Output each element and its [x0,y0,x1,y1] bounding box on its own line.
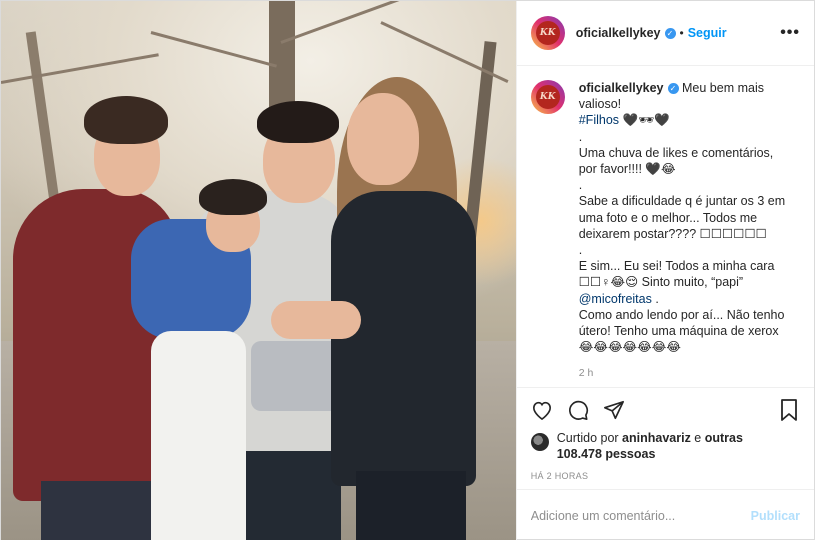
more-horizontal-icon[interactable]: ••• [780,24,800,42]
bookmark-icon[interactable] [778,398,800,421]
author-avatar[interactable]: KK [531,16,565,50]
caption-line: . [578,129,583,144]
liker-username[interactable]: aninhavariz [622,431,691,445]
posted-time[interactable]: HÁ 2 HORAS [517,469,814,489]
caption-username[interactable]: oficialkellykey [579,81,664,95]
mention-link[interactable]: @micofreitas [579,292,652,306]
caption-area: KK oficialkellykey ✓ Meu bem mais valioso… [517,66,814,387]
post-side-panel: KK oficialkellykey ✓ • Seguir ••• KK ofi… [515,1,814,540]
caption: KK oficialkellykey ✓ Meu bem mais valioso… [531,80,800,355]
caption-timestamp[interactable]: 2 h [579,367,800,379]
caption-hearts: 🖤🕶🖤 [622,113,670,128]
post-photo[interactable] [1,1,516,540]
caption-line: . [578,243,583,258]
caption-line: Sabe a dificuldade q é juntar os 3 em um… [578,194,786,241]
liker-avatar[interactable] [530,433,549,451]
action-bar [516,387,814,431]
author-username[interactable]: oficialkellykey [576,26,661,40]
caption-line: . [578,178,583,193]
comment-box: Publicar [516,489,814,540]
hashtag-link[interactable]: #Filhos [579,113,619,127]
comment-input[interactable] [530,508,751,523]
tree-trunk [269,1,295,111]
caption-author-avatar[interactable]: KK [531,80,565,114]
likes-summary: Curtido por aninhavariz e outras 108.478… [517,431,814,469]
verified-badge-icon: ✓ [664,27,676,39]
share-icon[interactable] [603,399,625,421]
instagram-post: KK oficialkellykey ✓ • Seguir ••• KK ofi… [0,0,815,540]
separator-dot: • [679,26,684,40]
heart-icon[interactable] [531,399,553,421]
avatar-text: KK [535,21,560,45]
caption-line: E sim... Eu sei! Todos a minha cara ☐☐♀😂… [578,259,775,290]
publish-button[interactable]: Publicar [751,509,800,523]
likes-prefix: Curtido por [556,431,623,445]
caption-text: oficialkellykey ✓ Meu bem mais valioso! #… [579,80,789,355]
likes-text: Curtido por aninhavariz e outras 108.478… [557,431,747,462]
caption-avatar-text: KK [535,85,560,109]
verified-badge-icon: ✓ [667,83,679,95]
likes-middle: e [690,431,705,445]
caption-line: Como ando lendo por aí... Não tenho úter… [578,307,785,355]
post-header: KK oficialkellykey ✓ • Seguir ••• [516,1,814,66]
follow-button[interactable]: Seguir [688,26,727,40]
caption-line: Uma chuva de likes e comentários, por fa… [578,145,774,177]
mention-suffix: . [651,291,659,306]
comment-icon[interactable] [567,399,589,421]
